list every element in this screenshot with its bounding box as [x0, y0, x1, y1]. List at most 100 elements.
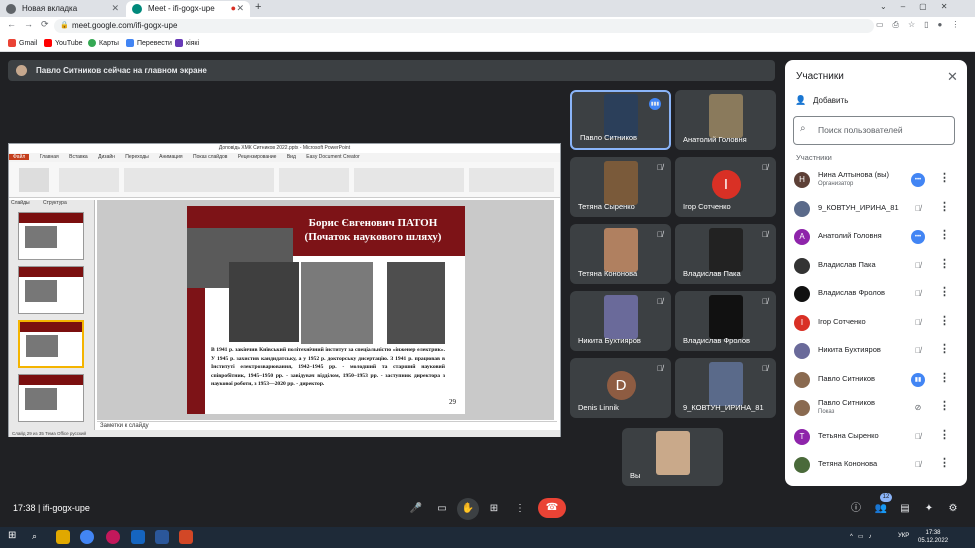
- search-input[interactable]: Поиск пользователей: [793, 116, 955, 145]
- participant-row[interactable]: А Анатолий Головня ••• ⋮: [785, 223, 967, 251]
- hang-up-button[interactable]: ☎: [538, 498, 566, 518]
- more-options-icon[interactable]: ⋮: [939, 257, 950, 270]
- mic-muted-icon: 🎙̸: [762, 163, 768, 172]
- microphone-icon[interactable]: 🎤: [405, 498, 427, 520]
- speaking-indicator-icon[interactable]: ▮▮: [911, 372, 925, 387]
- more-options-icon[interactable]: ⋮: [939, 342, 950, 355]
- more-options-icon[interactable]: ⋮: [939, 171, 950, 184]
- participant-tile[interactable]: Владислав Пака 🎙̸: [675, 224, 776, 284]
- avatar: [794, 200, 810, 217]
- participant-row[interactable]: Владислав Пака 🎙̸ ⋮: [785, 252, 967, 280]
- nav-buttons[interactable]: ←→⟳: [7, 19, 57, 30]
- new-tab-button[interactable]: +: [255, 1, 261, 13]
- close-icon[interactable]: ✕: [111, 1, 119, 16]
- more-options-icon[interactable]: ⋮: [939, 228, 950, 241]
- close-icon[interactable]: ✕: [236, 1, 244, 16]
- browser-tab-meet[interactable]: Meet - ifi-gogx-upe ● ✕: [126, 1, 250, 17]
- participant-tile[interactable]: Тетяна Сыренко 🎙̸: [570, 157, 671, 217]
- participant-row[interactable]: Т Тетьяна Сыренко 🎙̸ ⋮: [785, 423, 967, 451]
- more-options-icon[interactable]: ⋮: [509, 498, 531, 520]
- participant-tile[interactable]: Павло Ситников ▮▮▮: [570, 90, 671, 150]
- add-people-button[interactable]: 👤 Добавить: [795, 95, 848, 105]
- slide-thumbnail: [18, 266, 84, 314]
- mic-muted-icon[interactable]: 🎙̸: [911, 344, 925, 358]
- mic-muted-icon[interactable]: 🎙̸: [911, 287, 925, 301]
- mic-muted-icon: 🎙̸: [657, 230, 663, 239]
- search-icon[interactable]: ⌕: [32, 531, 37, 542]
- mic-muted-icon: 🎙̸: [657, 163, 663, 172]
- participant-tile[interactable]: І Ігор Сотченко 🎙̸: [675, 157, 776, 217]
- participant-row[interactable]: Владислав Фролов 🎙̸ ⋮: [785, 280, 967, 308]
- mic-muted-icon[interactable]: 🎙̸: [911, 316, 925, 330]
- avatar: [794, 371, 810, 388]
- participant-tile[interactable]: Анатолий Головня: [675, 90, 776, 150]
- participant-row[interactable]: Павло Ситников ▮▮ ⋮: [785, 366, 967, 394]
- raise-hand-icon[interactable]: ✋: [457, 498, 479, 520]
- browser-toolbar-icons[interactable]: ▭⎙☆▯●⋮: [876, 20, 968, 30]
- participant-tile[interactable]: Тетяна Кононова 🎙̸: [570, 224, 671, 284]
- slide-thumbnail: [18, 212, 84, 260]
- ppt-tab-insert: Вставка: [69, 154, 88, 160]
- camera-icon[interactable]: ▭: [431, 498, 453, 520]
- participant-row[interactable]: Павло Ситников Показ ⊘ ⋮: [785, 394, 967, 422]
- close-icon[interactable]: ✕: [947, 69, 958, 85]
- participant-row[interactable]: І Ігор Сотченко 🎙̸ ⋮: [785, 309, 967, 337]
- file-explorer-icon[interactable]: [56, 530, 70, 544]
- mic-muted-icon[interactable]: 🎙̸: [911, 259, 925, 273]
- lock-settings-icon[interactable]: ⚙: [942, 498, 964, 520]
- avatar: D: [606, 371, 636, 400]
- participant-tile[interactable]: Вы: [622, 428, 723, 486]
- participant-tile[interactable]: Никита Бухтияров 🎙̸: [570, 291, 671, 351]
- address-bar[interactable]: 🔒 meet.google.com/ifi-gogx-upe: [54, 19, 874, 33]
- participant-tile[interactable]: D Denis Linnik 🎙̸: [570, 358, 671, 418]
- word-icon[interactable]: [155, 530, 169, 544]
- audio-level-icon[interactable]: •••: [911, 173, 925, 187]
- powerpoint-icon[interactable]: [179, 530, 193, 544]
- browser-tab-new[interactable]: Новая вкладка ✕: [0, 1, 125, 17]
- more-options-icon[interactable]: ⋮: [939, 371, 950, 384]
- more-options-icon[interactable]: ⋮: [939, 314, 950, 327]
- bookmark-maps[interactable]: Карты: [88, 38, 119, 49]
- mic-muted-icon: 🎙̸: [657, 364, 663, 373]
- participant-tile[interactable]: 9_КОВТУН_ИРИНА_81 🎙̸: [675, 358, 776, 418]
- more-options-icon[interactable]: ⋮: [939, 456, 950, 469]
- window-controls[interactable]: ⌄–▢✕: [880, 2, 961, 11]
- slide-title: Борис Євгенович ПАТОН (Початок наукового…: [304, 217, 442, 243]
- bookmark-youtube[interactable]: YouTube: [44, 38, 83, 49]
- windows-start-icon[interactable]: ⊞: [8, 530, 16, 541]
- tray-icons[interactable]: ^▭♪: [850, 533, 876, 540]
- more-options-icon[interactable]: ⋮: [939, 428, 950, 441]
- participant-row[interactable]: 9_КОВТУН_ИРИНА_81 🎙̸ ⋮: [785, 195, 967, 223]
- meeting-info: 17:38 | ifi-gogx-upe: [13, 503, 90, 513]
- bookmark-kiaki[interactable]: кіякі: [175, 38, 199, 49]
- paste-icon: [19, 168, 49, 192]
- participant-row[interactable]: Тетяна Кононова 🎙̸ ⋮: [785, 451, 967, 479]
- chrome-icon[interactable]: [80, 530, 94, 544]
- language-indicator[interactable]: УКР: [898, 533, 909, 539]
- notice-text: Павло Ситников сейчас на главном экране: [36, 66, 207, 75]
- mic-muted-icon[interactable]: 🎙̸: [911, 458, 925, 472]
- audio-level-icon[interactable]: •••: [911, 230, 925, 244]
- mic-muted-icon[interactable]: 🎙̸: [911, 430, 925, 444]
- bookmark-gmail[interactable]: Gmail: [8, 38, 37, 49]
- chat-icon[interactable]: ▤: [894, 498, 916, 520]
- shared-screen-powerpoint: Доповідь ХМК Ситников 2022.pptx - Micros…: [8, 143, 561, 437]
- app-icon[interactable]: [106, 530, 120, 544]
- more-options-icon[interactable]: ⋮: [939, 399, 950, 412]
- info-icon[interactable]: ⓘ: [845, 498, 867, 520]
- participant-tile[interactable]: Владислав Фролов 🎙̸: [675, 291, 776, 351]
- activities-icon[interactable]: ✦: [918, 498, 940, 520]
- taskbar-clock[interactable]: 17:38 05.12.2022: [918, 529, 948, 545]
- participant-row[interactable]: Н Нина Алтынова (вы) Организатор ••• ⋮: [785, 166, 967, 194]
- windows-taskbar: [0, 527, 975, 548]
- mic-muted-icon[interactable]: 🎙̸: [911, 202, 925, 216]
- participant-row[interactable]: Никита Бухтияров 🎙̸ ⋮: [785, 337, 967, 365]
- app-icon[interactable]: [131, 530, 145, 544]
- present-icon[interactable]: ⊞: [483, 498, 505, 520]
- gmail-icon: [8, 39, 16, 47]
- stop-present-icon[interactable]: ⊘: [911, 401, 925, 415]
- ppt-tab-file: Файл: [9, 154, 30, 160]
- bookmark-translate[interactable]: Перевести: [126, 38, 172, 49]
- more-options-icon[interactable]: ⋮: [939, 200, 950, 213]
- more-options-icon[interactable]: ⋮: [939, 285, 950, 298]
